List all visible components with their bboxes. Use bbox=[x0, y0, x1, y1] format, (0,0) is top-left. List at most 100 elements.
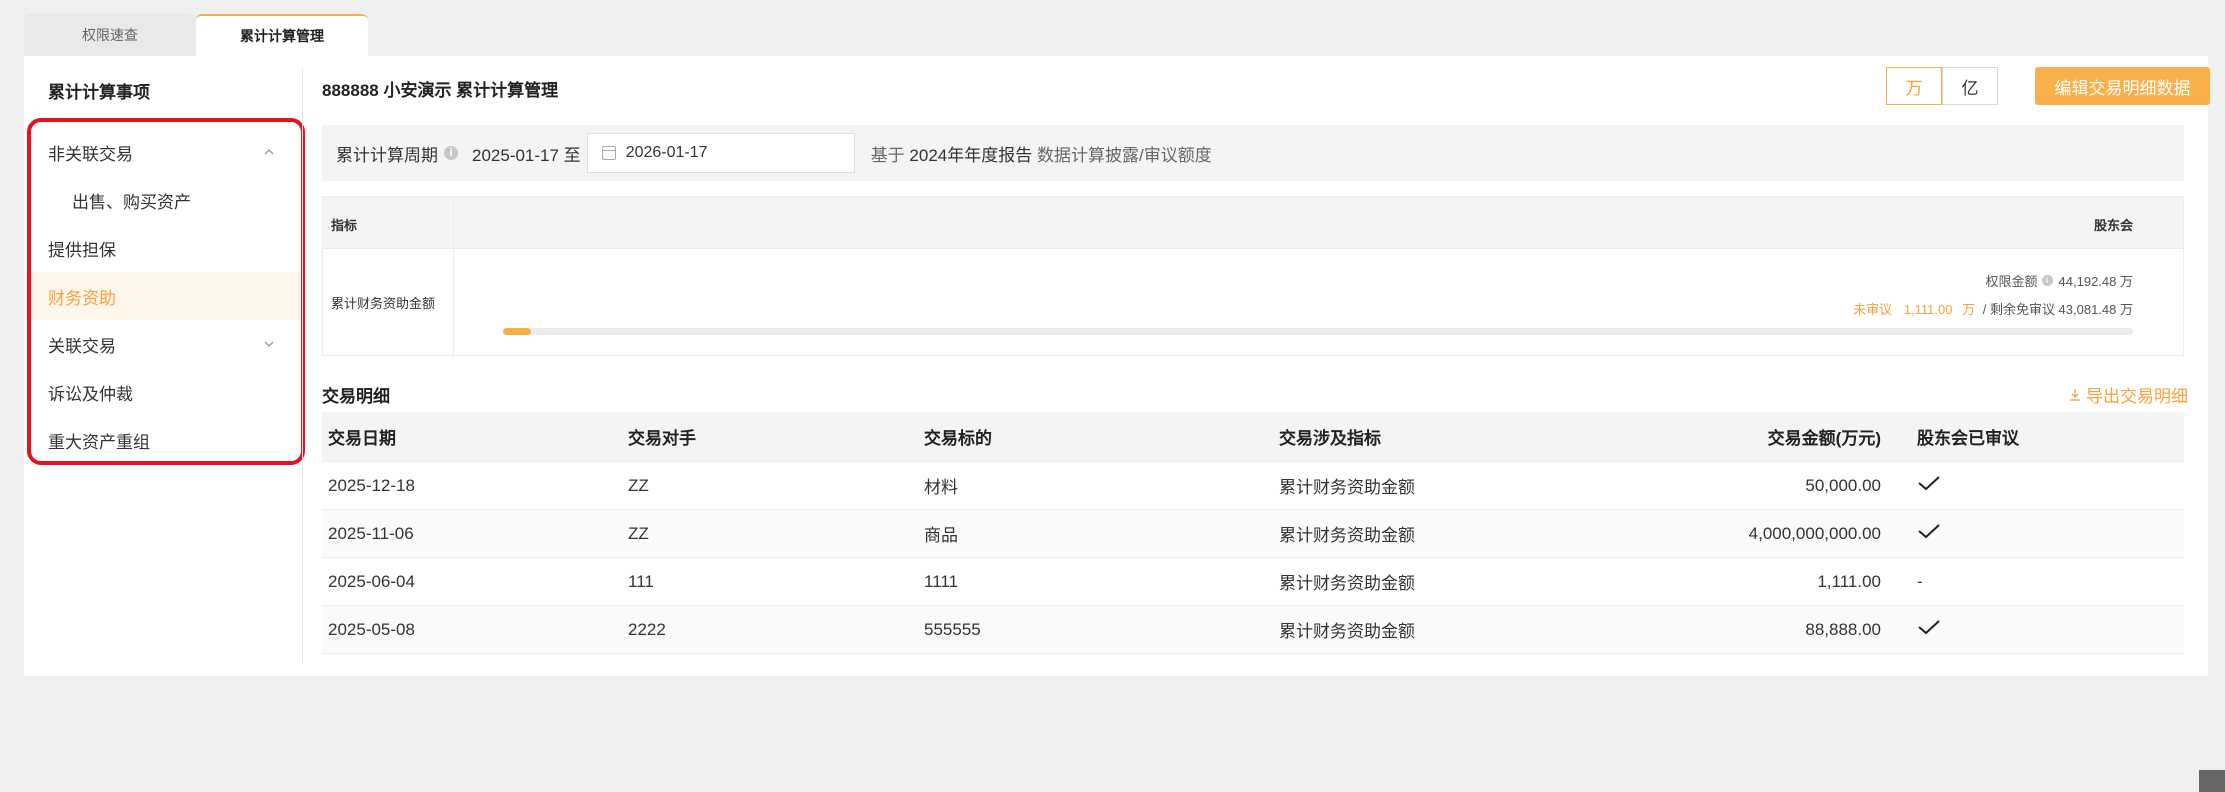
pending-unit: 万 bbox=[1962, 302, 1976, 317]
table-row: 2025-11-06 ZZ 商品 累计财务资助金额 4,000,000,000.00 bbox=[322, 510, 2184, 558]
cell-target: 1111 bbox=[924, 571, 959, 591]
cell-party: ZZ bbox=[628, 475, 649, 495]
tab-permission-lookup[interactable]: 权限速查 bbox=[24, 14, 196, 56]
sidebar-item-related-transaction[interactable]: 关联交易 bbox=[24, 320, 302, 368]
sidebar-item-sell-buy-assets[interactable]: 出售、购买资产 bbox=[24, 176, 302, 224]
col-header-party: 交易对手 bbox=[628, 429, 696, 448]
sidebar: 累计计算事项 非关联交易 出售、购买资产 提供担保 财务资助 关联交易 诉讼及仲… bbox=[24, 56, 305, 656]
cell-party: 2222 bbox=[628, 619, 666, 639]
sidebar-item-major-restructuring[interactable]: 重大资产重组 bbox=[24, 416, 302, 464]
export-button[interactable]: 导出交易明细 bbox=[2068, 382, 2188, 407]
checkmark-icon bbox=[1918, 620, 1940, 635]
cell-indicator: 累计财务资助金额 bbox=[1279, 478, 1415, 497]
pending-stat: 未审议 1,111.00 万 / 剩余免审议 43,081.48 万 bbox=[1853, 299, 2133, 318]
end-date-value: 2026-01-17 bbox=[625, 144, 708, 161]
cell-indicator: 累计财务资助金额 bbox=[1279, 574, 1415, 593]
indicator-col-divider bbox=[453, 197, 454, 357]
col-header-target: 交易标的 bbox=[924, 429, 992, 448]
sidebar-divider bbox=[302, 68, 303, 663]
checkmark-icon bbox=[1918, 476, 1940, 491]
col-header-approved: 股东会已审议 bbox=[1917, 429, 2019, 448]
cell-indicator: 累计财务资助金额 bbox=[1279, 526, 1415, 545]
unit-toggle: 万 亿 bbox=[1886, 67, 1998, 105]
indicator-table-header: 指标 股东会 bbox=[323, 197, 2183, 249]
sidebar-title: 累计计算事项 bbox=[48, 83, 150, 102]
table-body: 2025-12-18 ZZ 材料 累计财务资助金额 50,000.00 2025-11-0… bbox=[322, 462, 2184, 654]
sidebar-item-guarantee[interactable]: 提供担保 bbox=[24, 224, 302, 272]
sidebar-item-financial-aid[interactable]: 财务资助 bbox=[24, 272, 302, 320]
period-note: 基于 2024年年度报告 数据计算披露/审议额度 bbox=[871, 141, 1212, 166]
cell-party: 111 bbox=[628, 571, 654, 591]
export-label: 导出交易明细 bbox=[2086, 387, 2188, 406]
edit-transaction-button[interactable]: 编辑交易明细数据 bbox=[2035, 67, 2210, 105]
period-start: 2025-01-17 至 bbox=[472, 145, 581, 165]
usage-progress-fill bbox=[503, 328, 532, 335]
page-title: 888888 小安演示 累计计算管理 bbox=[322, 81, 559, 100]
cell-date: 2025-12-18 bbox=[328, 475, 415, 495]
chevron-up-icon bbox=[264, 149, 274, 155]
cell-approved: - bbox=[1893, 572, 2183, 592]
detail-title: 交易明细 bbox=[322, 387, 390, 406]
unit-yi-button[interactable]: 亿 bbox=[1942, 67, 1998, 105]
col-header-date: 交易日期 bbox=[328, 429, 396, 448]
cell-party: ZZ bbox=[628, 523, 649, 543]
cell-approved bbox=[1893, 619, 2183, 640]
end-date-input[interactable]: 2026-01-17 bbox=[586, 133, 855, 173]
info-icon[interactable]: i bbox=[444, 146, 458, 160]
period-note-report: 2024年年度报告 bbox=[909, 145, 1033, 165]
sidebar-item-label: 诉讼及仲裁 bbox=[48, 384, 133, 404]
cell-approved-text: - bbox=[1917, 571, 1923, 591]
unit-wan-button[interactable]: 万 bbox=[1886, 67, 1942, 105]
indicator-row-label: 累计财务资助金额 bbox=[331, 296, 436, 311]
checkmark-icon bbox=[1918, 524, 1940, 539]
main-card: 累计计算事项 非关联交易 出售、购买资产 提供担保 财务资助 关联交易 诉讼及仲… bbox=[24, 56, 2210, 676]
cell-approved bbox=[1893, 475, 2183, 496]
table-row: 2025-06-04 111 1111 累计财务资助金额 1,111.00- bbox=[322, 558, 2184, 606]
download-icon bbox=[2070, 388, 2080, 401]
cell-target: 商品 bbox=[924, 526, 958, 545]
chevron-down-icon bbox=[264, 341, 274, 347]
cell-date: 2025-06-04 bbox=[328, 571, 415, 591]
period-note-prefix: 基于 bbox=[870, 145, 905, 165]
sidebar-item-label: 财务资助 bbox=[48, 288, 116, 308]
pending-label: 未审议 bbox=[1853, 302, 1893, 317]
period-bar: 累计计算周期 i 2025-01-17 至 2026-01-17 基于 2024… bbox=[322, 125, 2184, 181]
sidebar-item-label: 提供担保 bbox=[48, 240, 116, 260]
remain-text: / 剩余免审议 43,081.48 万 bbox=[1982, 302, 2133, 317]
info-icon[interactable]: i bbox=[2041, 275, 2053, 286]
table-header-row: 交易日期 交易对手 交易标的 交易涉及指标 交易金额(万元) 股东会已审议 bbox=[322, 412, 2184, 462]
limit-label: 权限金额 bbox=[1985, 274, 2038, 289]
col-header-indicator: 交易涉及指标 bbox=[1279, 429, 1381, 448]
pending-value: 1,111.00 bbox=[1903, 302, 1953, 317]
calendar-icon bbox=[601, 146, 616, 160]
cell-approved bbox=[1893, 523, 2183, 544]
resize-corner-icon[interactable] bbox=[2199, 770, 2225, 792]
cell-target: 555555 bbox=[924, 619, 981, 639]
cell-amount: 88,888.00 bbox=[1805, 619, 1881, 639]
indicator-table: 指标 股东会 累计财务资助金额 权限金额 i 44,192.48 万 未审议 1… bbox=[322, 196, 2184, 357]
tab-cumulative-calculation[interactable]: 累计计算管理 bbox=[196, 14, 368, 56]
sidebar-item-litigation[interactable]: 诉讼及仲裁 bbox=[24, 368, 302, 416]
sidebar-item-label: 出售、购买资产 bbox=[72, 192, 191, 212]
limit-value: 44,192.48 万 bbox=[2058, 274, 2133, 289]
cell-target: 材料 bbox=[924, 478, 958, 497]
sidebar-item-non-related-transaction[interactable]: 非关联交易 bbox=[24, 128, 302, 176]
cell-amount: 4,000,000,000.00 bbox=[1748, 523, 1881, 543]
top-tab-bar: 权限速查 累计计算管理 bbox=[24, 14, 368, 56]
cell-date: 2025-11-06 bbox=[328, 523, 414, 543]
shareholder-col-header: 股东会 bbox=[2093, 218, 2133, 233]
sidebar-item-label: 非关联交易 bbox=[48, 144, 133, 164]
cell-indicator: 累计财务资助金额 bbox=[1279, 622, 1415, 641]
usage-progress-bar bbox=[503, 328, 2133, 335]
table-row: 2025-12-18 ZZ 材料 累计财务资助金额 50,000.00 bbox=[322, 462, 2184, 510]
table-row: 2025-05-08 2222 555555 累计财务资助金额 88,888.00 bbox=[322, 606, 2184, 654]
sidebar-item-label: 关联交易 bbox=[48, 336, 116, 356]
limit-amount: 权限金额 i 44,192.48 万 bbox=[1986, 271, 2133, 290]
cell-amount: 1,111.00 bbox=[1817, 571, 1881, 591]
period-note-suffix: 数据计算披露/审议额度 bbox=[1036, 145, 1212, 165]
col-header-amount: 交易金额(万元) bbox=[1767, 429, 1881, 448]
indicator-col-header: 指标 bbox=[331, 218, 358, 233]
period-label: 累计计算周期 bbox=[336, 145, 438, 165]
cell-date: 2025-05-08 bbox=[328, 619, 415, 639]
transaction-table: 交易日期 交易对手 交易标的 交易涉及指标 交易金额(万元) 股东会已审议 20… bbox=[322, 412, 2184, 654]
